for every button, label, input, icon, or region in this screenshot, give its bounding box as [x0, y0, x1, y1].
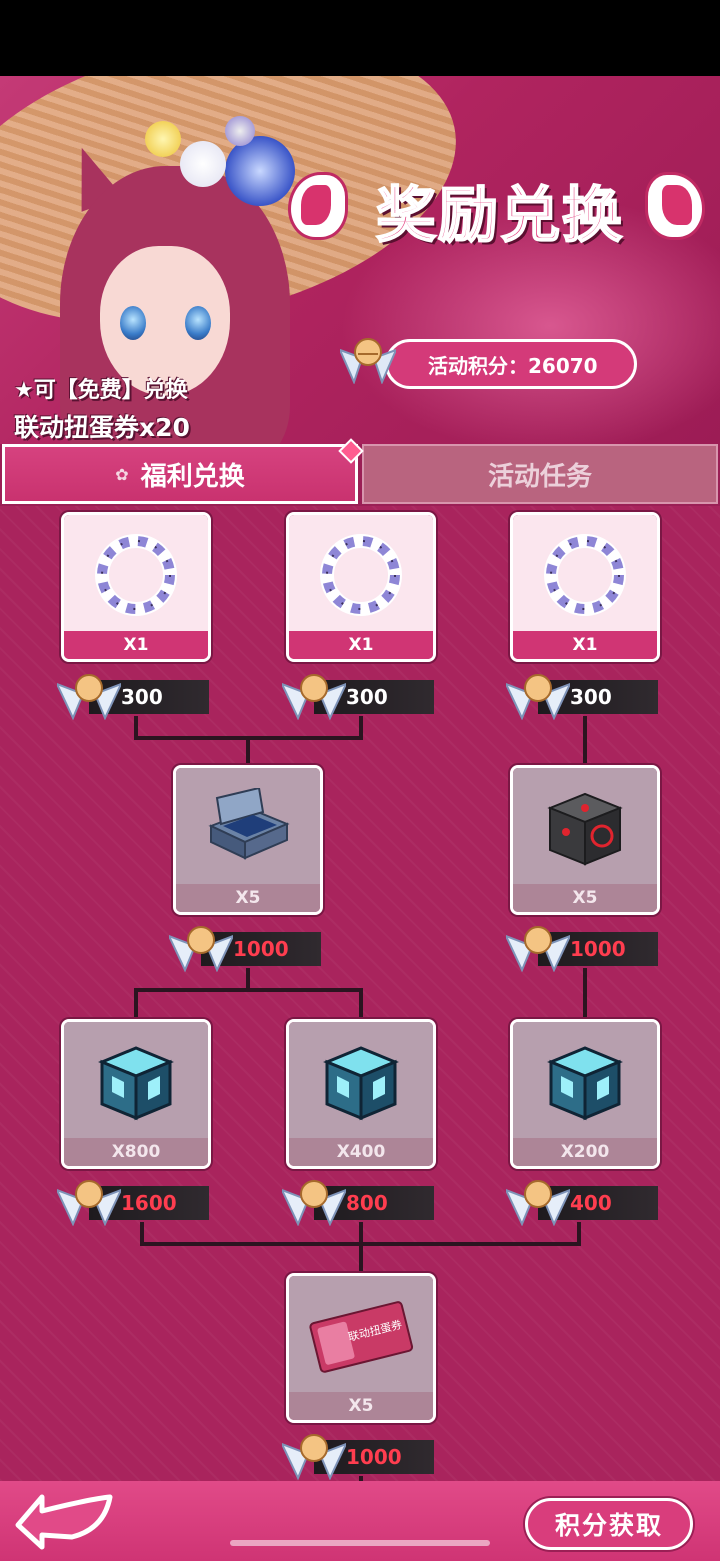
reward-qty: X5	[513, 884, 657, 912]
reward-card-supply-case[interactable]: X5	[173, 765, 323, 915]
reward-qty: X1	[289, 631, 433, 659]
reward-qty: X1	[513, 631, 657, 659]
supply-case-icon	[208, 787, 290, 860]
bell-ribbon-icon	[57, 674, 121, 720]
gacha-ticket-icon: 联动扭蛋券	[309, 1300, 414, 1373]
reward-cost: 1000	[506, 926, 660, 972]
reward-card-wreath-1[interactable]: X1	[61, 512, 211, 662]
tab-welfare-exchange[interactable]: ✿ 福利兑换	[2, 444, 358, 504]
reward-cost: 1600	[57, 1180, 211, 1226]
cyan-cube-icon	[98, 1045, 174, 1120]
reward-qty: X200	[513, 1138, 657, 1166]
reward-cost: 800	[282, 1180, 436, 1226]
bell-ribbon-icon	[282, 674, 346, 720]
bell-ribbon-icon	[506, 926, 570, 972]
page-title: 奖励兑换	[375, 180, 624, 252]
back-arrow-icon[interactable]	[12, 1489, 116, 1551]
bell-ribbon-icon	[506, 1180, 570, 1226]
tab-event-tasks[interactable]: 活动任务	[362, 444, 718, 504]
earn-points-label: 积分获取	[554, 1511, 663, 1540]
reward-card-cube-800[interactable]: X800	[61, 1019, 211, 1169]
reward-card-gacha-ticket[interactable]: 联动扭蛋券 X5	[286, 1273, 436, 1423]
reward-qty: X5	[289, 1392, 433, 1420]
reward-card-cube-200[interactable]: X200	[510, 1019, 660, 1169]
bell-ribbon-icon	[282, 1180, 346, 1226]
cyan-cube-icon	[547, 1045, 623, 1120]
reward-cost: 1000	[282, 1434, 436, 1480]
earn-points-button[interactable]: 积分获取	[525, 1498, 693, 1550]
bell-ribbon-icon	[57, 1180, 121, 1226]
promo-line2: 联动扭蛋券x20	[14, 413, 190, 442]
tab-label: 福利兑换	[140, 461, 245, 492]
reward-qty: X400	[289, 1138, 433, 1166]
flower-wreath-icon	[320, 533, 402, 616]
reward-cost: 300	[282, 674, 436, 720]
flower-wreath-icon	[95, 533, 177, 616]
flower-wreath-icon	[544, 533, 626, 616]
event-points-label: 活动积分：26070	[428, 353, 598, 378]
reward-cost: 1000	[169, 926, 323, 972]
home-indicator	[230, 1540, 490, 1546]
bell-ribbon-icon	[506, 674, 570, 720]
bell-ribbon-icon	[282, 1434, 346, 1480]
reward-card-tech-crate[interactable]: X5	[510, 765, 660, 915]
reward-qty: X1	[64, 631, 208, 659]
promo-line1: ★可【免费】兑换	[14, 378, 188, 403]
promo-text: ★可【免费】兑换 联动扭蛋券x20	[14, 372, 190, 444]
reward-card-wreath-2[interactable]: X1	[286, 512, 436, 662]
tab-label: 活动任务	[487, 461, 592, 492]
reward-cost: 300	[506, 674, 660, 720]
reward-card-wreath-3[interactable]: X1	[510, 512, 660, 662]
reward-qty: X800	[64, 1138, 208, 1166]
reward-card-cube-400[interactable]: X400	[286, 1019, 436, 1169]
event-points-display: 活动积分：26070	[385, 339, 637, 389]
petal-icon: ✿	[115, 464, 129, 484]
tech-crate-icon	[547, 792, 623, 865]
reward-cost: 400	[506, 1180, 660, 1226]
bell-ribbon-icon	[340, 338, 396, 384]
cyan-cube-icon	[323, 1045, 399, 1120]
page-title-wrap: 奖励兑换	[290, 165, 710, 255]
status-bar	[0, 0, 720, 76]
reward-qty: X5	[176, 884, 320, 912]
bell-ribbon-icon	[169, 926, 233, 972]
reward-cost: 300	[57, 674, 211, 720]
